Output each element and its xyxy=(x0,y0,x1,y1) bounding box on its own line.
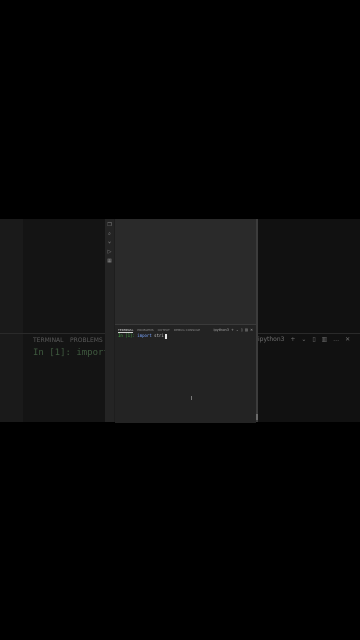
editor-area[interactable] xyxy=(115,219,256,324)
background-tab-problems: PROBLEMS xyxy=(70,337,103,344)
terminal-profile-label[interactable]: ipython3 xyxy=(213,327,228,333)
background-tab-terminal: TERMINAL xyxy=(33,337,64,344)
split-icon[interactable]: ▯ xyxy=(241,327,243,333)
debug-icon[interactable]: ▷ xyxy=(106,249,113,256)
terminal-prompt: In [1]: xyxy=(118,333,135,338)
background-right-panel xyxy=(257,219,360,422)
scrollbar[interactable] xyxy=(256,219,258,422)
search-icon[interactable]: ⌕ xyxy=(106,231,113,238)
source-control-icon[interactable]: ⑂ xyxy=(106,240,113,247)
scrollbar-thumb[interactable] xyxy=(256,414,258,420)
plus-icon[interactable]: + xyxy=(231,327,234,333)
activity-bar: ❐ ⌕ ⑂ ▷ ▦ xyxy=(105,219,115,422)
background-terminal-toolbar: ipython3 + ⌄ ▯ ▥ … ✕ xyxy=(258,336,350,343)
trash-icon[interactable]: ▥ xyxy=(245,327,248,333)
close-icon: ✕ xyxy=(345,336,351,343)
copy-icon[interactable]: ❐ xyxy=(106,222,113,229)
trash-icon: ▥ xyxy=(321,336,328,343)
panel-toolbar: ipython3 + ⌄ ▯ ▥ ✕ xyxy=(213,327,253,333)
background-terminal-text: In [1]: import xyxy=(33,348,109,358)
plus-icon: + xyxy=(290,336,296,343)
terminal-arg: stri xyxy=(154,333,164,338)
terminal-output[interactable]: In [1]: import stri xyxy=(118,333,167,339)
terminal-panel: TERMINAL PROBLEMS OUTPUT DEBUG CONSOLE i… xyxy=(115,324,256,423)
background-editor-area xyxy=(23,219,105,422)
extensions-icon[interactable]: ▦ xyxy=(106,258,113,265)
background-left-bar xyxy=(0,219,23,422)
tab-debug-console[interactable]: DEBUG CONSOLE xyxy=(174,327,200,333)
text-cursor xyxy=(164,333,167,339)
vscode-window: ❐ ⌕ ⑂ ▷ ▦ TERMINAL PROBLEMS OUTPUT DEBUG… xyxy=(105,219,258,423)
ellipsis-icon: … xyxy=(333,336,340,343)
background-terminal-line: In [1]: import xyxy=(33,348,109,358)
terminal-command: import xyxy=(137,333,152,338)
chevron-down-icon: ⌄ xyxy=(301,336,307,343)
split-icon: ▯ xyxy=(312,336,316,343)
mouse-cursor-icon: I xyxy=(191,396,193,402)
close-icon[interactable]: ✕ xyxy=(250,327,253,333)
background-toolbar-label: ipython3 xyxy=(258,336,285,343)
chevron-down-icon[interactable]: ⌄ xyxy=(236,327,239,333)
